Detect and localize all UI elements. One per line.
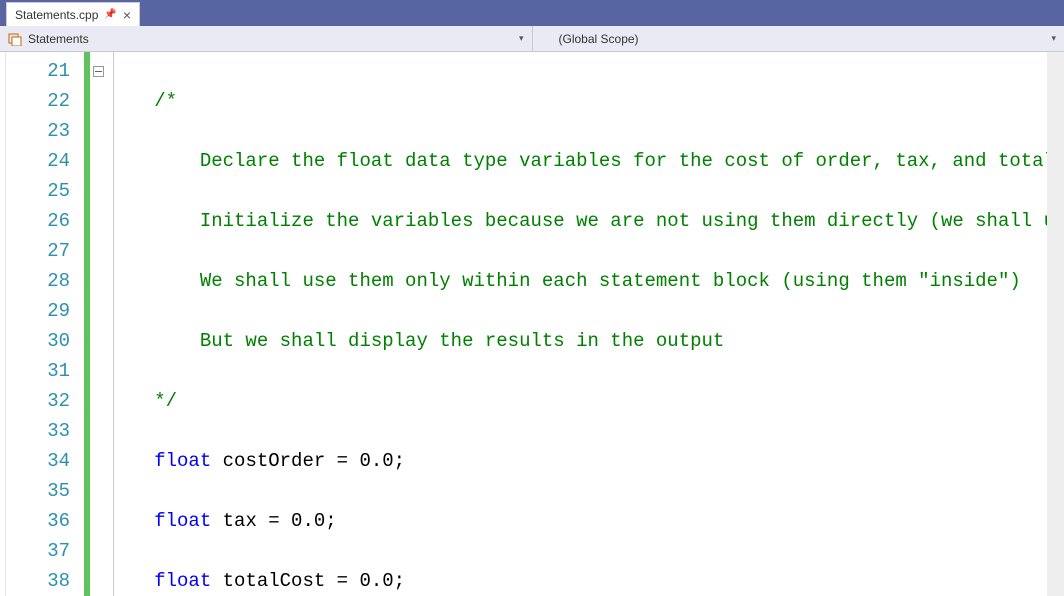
line-number: 21 — [6, 56, 70, 86]
tab-title: Statements.cpp — [15, 8, 98, 22]
line-number: 26 — [6, 206, 70, 236]
vertical-scrollbar[interactable] — [1047, 52, 1064, 596]
pin-icon[interactable]: 📌 — [104, 9, 116, 20]
line-number: 22 — [6, 86, 70, 116]
code-text-area[interactable]: /* Declare the float data type variables… — [120, 52, 1064, 596]
tab-bar: Statements.cpp 📌 × — [0, 0, 1064, 26]
code-text: Initialize the variables because we are … — [200, 210, 1064, 232]
chevron-down-icon: ▾ — [1051, 33, 1056, 44]
close-icon[interactable]: × — [123, 8, 131, 22]
code-text: costOrder = 0.0; — [211, 450, 405, 472]
line-number: 34 — [6, 446, 70, 476]
file-tab[interactable]: Statements.cpp 📌 × — [6, 2, 140, 26]
collapse-toggle[interactable] — [93, 66, 104, 77]
class-icon — [8, 32, 22, 46]
line-number: 24 — [6, 146, 70, 176]
line-number: 31 — [6, 356, 70, 386]
line-number: 23 — [6, 116, 70, 146]
code-text: But we shall display the results in the … — [200, 330, 725, 352]
outlining-gutter — [90, 52, 110, 596]
code-text: */ — [154, 390, 177, 412]
code-editor[interactable]: 21 22 23 24 25 26 27 28 29 30 31 32 33 3… — [0, 52, 1064, 596]
code-text: float — [154, 450, 211, 472]
function-scope-label: (Global Scope) — [541, 32, 639, 46]
code-text: We shall use them only within each state… — [200, 270, 1021, 292]
code-text: tax = 0.0; — [211, 510, 336, 532]
class-scope-label: Statements — [28, 32, 89, 46]
code-text: float — [154, 570, 211, 592]
line-number: 28 — [6, 266, 70, 296]
line-number: 30 — [6, 326, 70, 356]
line-number-gutter: 21 22 23 24 25 26 27 28 29 30 31 32 33 3… — [6, 52, 84, 596]
line-number: 27 — [6, 236, 70, 266]
outline-line — [113, 52, 114, 596]
chevron-down-icon: ▾ — [519, 33, 524, 44]
line-number: 36 — [6, 506, 70, 536]
function-scope-dropdown[interactable]: (Global Scope) ▾ — [533, 26, 1064, 51]
code-text: totalCost = 0.0; — [211, 570, 405, 592]
line-number: 38 — [6, 566, 70, 596]
navigation-bar: Statements ▾ (Global Scope) ▾ — [0, 26, 1064, 52]
line-number: 29 — [6, 296, 70, 326]
code-text: Declare the float data type variables fo… — [200, 150, 1064, 172]
line-number: 37 — [6, 536, 70, 566]
class-scope-dropdown[interactable]: Statements ▾ — [0, 26, 533, 51]
line-number: 33 — [6, 416, 70, 446]
line-number: 32 — [6, 386, 70, 416]
code-text: float — [154, 510, 211, 532]
code-text: /* — [154, 90, 177, 112]
line-number: 35 — [6, 476, 70, 506]
line-number: 25 — [6, 176, 70, 206]
